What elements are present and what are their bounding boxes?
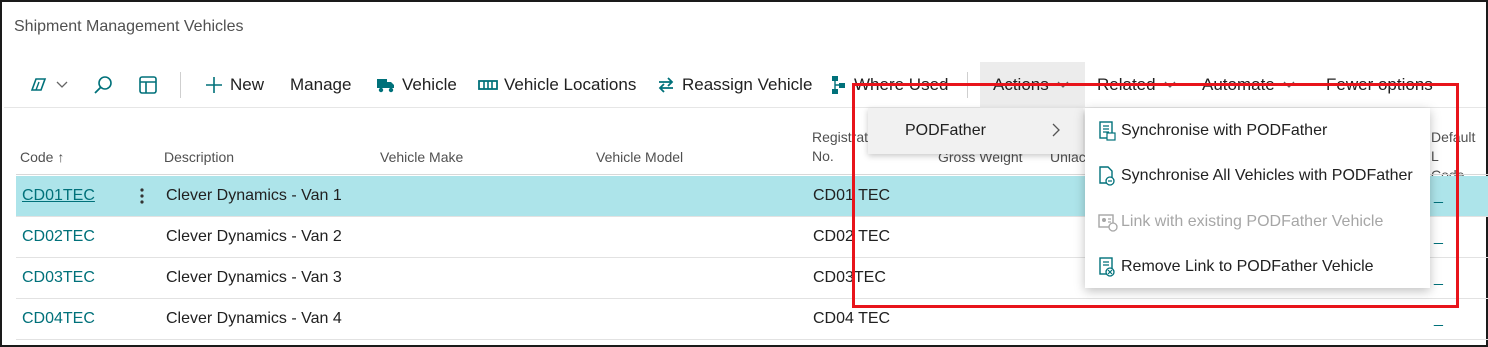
column-header-default-line1: Default L	[1431, 129, 1476, 164]
column-header-vehicle-model[interactable]: Vehicle Model	[596, 148, 683, 167]
sync-all-document-icon	[1098, 166, 1116, 191]
remove-link-icon	[1098, 257, 1116, 282]
menu-item-synchronise[interactable]: Synchronise with PODFather	[1085, 108, 1430, 153]
row-registration: CD02 TEC	[813, 228, 891, 245]
vehicle-locations-button[interactable]: Vehicle Locations	[478, 62, 636, 108]
window-frame: Shipment Management Vehicles New Manage …	[0, 0, 1488, 347]
podfather-action-menu: Synchronise with PODFather Synchronise A…	[1085, 108, 1430, 288]
vehicle-locations-label: Vehicle Locations	[504, 75, 637, 94]
reassign-vehicle-label: Reassign Vehicle	[682, 75, 813, 94]
new-button[interactable]: New	[204, 62, 264, 108]
menu-item-synchronise-all[interactable]: Synchronise All Vehicles with PODFather	[1085, 153, 1430, 198]
column-header-vehicle-make[interactable]: Vehicle Make	[380, 148, 463, 167]
related-button-label: Related	[1097, 75, 1156, 94]
row-registration: CD03TEC	[813, 269, 886, 286]
views-menu-button[interactable]	[28, 62, 68, 108]
sync-document-icon	[1098, 121, 1116, 146]
row-description: Clever Dynamics - Van 4	[166, 310, 342, 327]
toolbar-separator	[180, 72, 181, 98]
chevron-down-icon	[1283, 81, 1295, 89]
row-description: Clever Dynamics - Van 2	[166, 228, 342, 245]
menu-item-label: Synchronise with PODFather	[1121, 121, 1328, 139]
reassign-vehicle-button[interactable]: Reassign Vehicle	[656, 62, 812, 108]
row-registration: CD01 TEC	[813, 187, 891, 204]
row-code-link[interactable]: CD02TEC	[22, 217, 95, 257]
row-default-code[interactable]: _	[1434, 217, 1443, 257]
actions-menu-button[interactable]: Actions	[980, 62, 1085, 108]
actions-button-label: Actions	[993, 75, 1049, 94]
row-default-code[interactable]: _	[1434, 258, 1443, 298]
row-description: Clever Dynamics - Van 3	[166, 269, 342, 286]
column-header-registration-line1: Registrat	[812, 129, 869, 145]
page-title: Shipment Management Vehicles	[14, 18, 244, 35]
swap-arrows-icon	[656, 75, 676, 95]
search-button[interactable]	[93, 62, 113, 108]
truck-icon	[376, 76, 396, 94]
menu-item-label: Remove Link to PODFather Vehicle	[1121, 257, 1374, 275]
menu-item-remove-link[interactable]: Remove Link to PODFather Vehicle	[1085, 244, 1430, 289]
manage-button-label: Manage	[290, 75, 352, 94]
menu-item-link-existing: Link with existing PODFather Vehicle	[1085, 199, 1430, 244]
row-actions-ellipsis-icon[interactable]	[134, 176, 150, 216]
row-code-link[interactable]: CD04TEC	[22, 299, 95, 339]
hierarchy-icon	[830, 75, 848, 95]
layout-icon	[138, 75, 158, 95]
column-header-registration-line2: No.	[812, 148, 834, 164]
submenu-podfather-label: PODFather	[905, 122, 986, 139]
automate-button-label: Automate	[1202, 75, 1275, 94]
row-registration: CD04 TEC	[813, 310, 891, 327]
fewer-options-label: Fewer options	[1326, 75, 1433, 94]
rail-icon	[478, 77, 498, 93]
automate-menu-button[interactable]: Automate	[1202, 62, 1295, 108]
column-header-description[interactable]: Description	[164, 148, 234, 167]
views-icon	[28, 75, 50, 95]
column-header-code-label: Code	[20, 149, 54, 165]
menu-item-label: Link with existing PODFather Vehicle	[1121, 212, 1384, 230]
vehicle-button-label: Vehicle	[402, 75, 457, 94]
fewer-options-button[interactable]: Fewer options	[1326, 62, 1433, 108]
column-header-registration-no[interactable]: Registrat No.	[812, 128, 868, 166]
column-header-code[interactable]: Code ↑	[20, 148, 64, 167]
row-code-link[interactable]: CD03TEC	[22, 258, 95, 298]
manage-menu-button[interactable]: Manage	[290, 62, 351, 108]
row-default-code[interactable]: _	[1434, 299, 1443, 339]
chevron-down-icon	[1164, 81, 1176, 89]
chevron-down-icon	[1057, 81, 1069, 89]
link-vehicle-icon	[1098, 212, 1118, 237]
toolbar-separator	[967, 72, 968, 98]
where-used-button[interactable]: Where Used	[830, 62, 948, 108]
where-used-label: Where Used	[854, 75, 949, 94]
row-code-link[interactable]: CD01TEC	[22, 176, 95, 216]
plus-icon	[204, 75, 224, 95]
chevron-right-icon	[1051, 122, 1061, 143]
related-menu-button[interactable]: Related	[1097, 62, 1176, 108]
sort-ascending-icon: ↑	[57, 149, 65, 165]
action-bar: New Manage Vehicle Vehicle Locations Rea…	[4, 62, 1486, 108]
table-row[interactable]: CD04TEC Clever Dynamics - Van 4 CD04 TEC…	[16, 299, 1488, 340]
actions-submenu-podfather[interactable]: PODFather	[868, 108, 1083, 154]
layout-button[interactable]	[138, 62, 158, 108]
row-description: Clever Dynamics - Van 1	[166, 187, 342, 204]
menu-item-label: Synchronise All Vehicles with PODFather	[1121, 166, 1413, 184]
row-default-code[interactable]: _	[1434, 176, 1443, 216]
search-icon	[93, 75, 113, 95]
chevron-down-icon	[56, 81, 68, 89]
new-button-label: New	[230, 75, 265, 94]
vehicle-button[interactable]: Vehicle	[376, 62, 457, 108]
